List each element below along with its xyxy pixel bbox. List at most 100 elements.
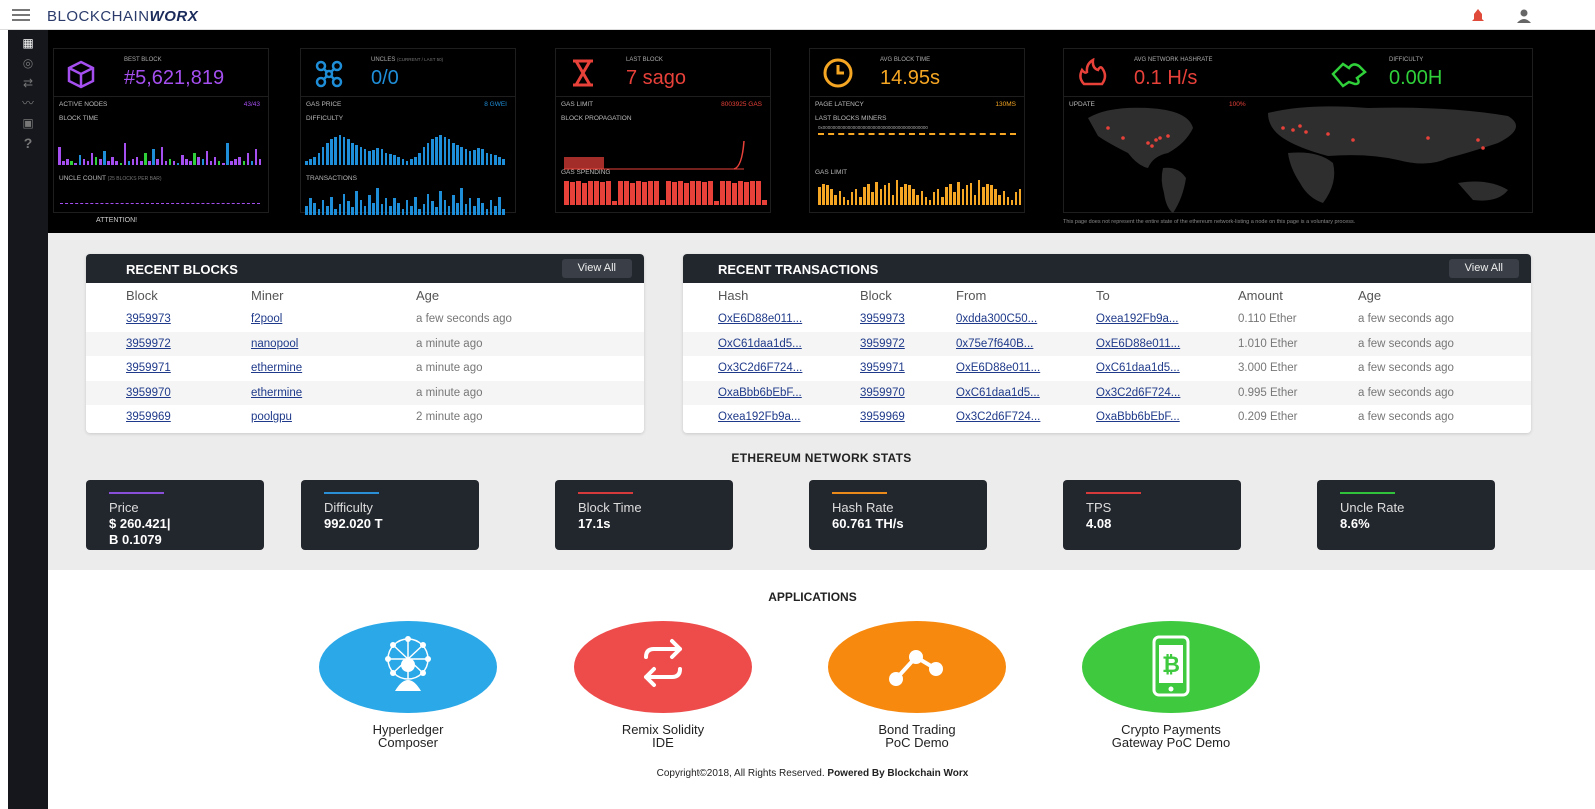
block-link[interactable]: 3959972: [860, 338, 905, 350]
dashboard-icon[interactable]: ▦: [18, 36, 38, 50]
to-link[interactable]: Ox3C2d6F724...: [1096, 387, 1180, 399]
to-link[interactable]: OxC61daa1d5...: [1096, 362, 1180, 374]
amount-cell: 0.995 Ether: [1238, 380, 1358, 405]
from-link[interactable]: 0x75e7f640B...: [956, 338, 1033, 350]
to-link[interactable]: Oxea192Fb9a...: [1096, 313, 1178, 325]
block-link[interactable]: 3959971: [860, 362, 905, 374]
chart-bar: [456, 145, 459, 165]
chart-bar: [678, 181, 683, 205]
from-link[interactable]: OxC61daa1d5...: [956, 387, 1040, 399]
block-time-chart: [58, 125, 264, 165]
app-hyperledger-composer[interactable]: Hyperledger Composer: [318, 621, 498, 749]
chart-bar: [744, 182, 749, 205]
chart-bar: [494, 155, 497, 165]
chart-bar: [115, 161, 118, 165]
miner-link[interactable]: nanopool: [251, 338, 298, 350]
block-link[interactable]: 3959970: [860, 387, 905, 399]
miner-link[interactable]: ethermine: [251, 387, 302, 399]
to-link[interactable]: OxaBbb6bEbF...: [1096, 411, 1180, 423]
chart-bar: [912, 189, 915, 205]
chart-bar: [846, 200, 850, 205]
chart-bar: [317, 153, 321, 165]
powered-by-link[interactable]: Powered By Blockchain Worx: [827, 768, 968, 779]
recent-transactions-panel: RECENT TRANSACTIONS View All Hash Block …: [683, 254, 1531, 433]
chart-bar: [82, 159, 86, 165]
chart-bar: [209, 161, 213, 165]
block-link[interactable]: 3959969: [126, 411, 171, 423]
to-link[interactable]: OxE6D88e011...: [1096, 338, 1180, 350]
recent-transactions-view-all-button[interactable]: View All: [1448, 259, 1519, 278]
logo[interactable]: BLOCKCHAINWORX: [47, 8, 198, 25]
chart-bar: [498, 197, 501, 215]
attention-label: ATTENTION!: [96, 217, 138, 224]
chart-bar: [666, 181, 671, 205]
miner-link[interactable]: f2pool: [251, 313, 282, 325]
miner-link[interactable]: poolgpu: [251, 411, 292, 423]
transfer-icon[interactable]: ⇄: [18, 76, 38, 90]
hash-link[interactable]: OxC61daa1d5...: [718, 338, 802, 350]
app-circle[interactable]: ₿: [1082, 621, 1260, 713]
recent-blocks-view-all-button[interactable]: View All: [561, 259, 632, 278]
hash-link[interactable]: Ox3C2d6F724...: [718, 362, 802, 374]
column-header: Age: [1358, 287, 1382, 303]
miner-link[interactable]: ethermine: [251, 362, 302, 374]
chart-bar: [502, 159, 505, 165]
app-crypto-payments-gateway[interactable]: ₿ Crypto Payments Gateway PoC Demo: [1081, 621, 1261, 749]
app-circle[interactable]: [319, 621, 497, 713]
block-link[interactable]: 3959973: [126, 313, 171, 325]
document-icon[interactable]: ▣: [18, 116, 38, 130]
stat-label: Price: [109, 500, 139, 515]
chart-bar: [600, 182, 605, 205]
block-link[interactable]: 3959969: [860, 411, 905, 423]
chart-bar: [347, 139, 350, 165]
active-nodes-row: ACTIVE NODES 43/43: [54, 97, 268, 111]
copyright-text: Copyright©2018, All Rights Reserved.: [656, 768, 828, 779]
uncles-sub: (CURRENT / LAST 50): [397, 57, 444, 62]
stat-accent-bar: [578, 492, 633, 494]
app-remix-solidity-ide[interactable]: Remix Solidity IDE: [573, 621, 753, 749]
chart-bar: [891, 195, 895, 205]
hash-link[interactable]: OxaBbb6bEbF...: [718, 387, 802, 399]
chart-bar: [368, 195, 371, 215]
chart-bar: [127, 161, 131, 165]
from-link[interactable]: Ox3C2d6F724...: [956, 411, 1040, 423]
column-header: Hash: [718, 287, 749, 303]
stat-label: Hash Rate: [832, 500, 894, 515]
chart-bar: [193, 153, 196, 165]
app-circle[interactable]: [574, 621, 752, 713]
app-bond-trading-poc-demo[interactable]: Bond Trading PoC Demo: [827, 621, 1007, 749]
amount-cell: 1.010 Ether: [1238, 331, 1358, 356]
table-row: OxC61daa1d5... 3959972 0x75e7f640B... OxE6D…: [683, 331, 1531, 356]
help-icon[interactable]: ?: [18, 136, 38, 150]
from-link[interactable]: OxE6D88e011...: [956, 362, 1040, 374]
table-row: 3959969 poolgpu 2 minute ago: [86, 405, 644, 430]
chart-bar: [612, 201, 617, 205]
gauge-icon[interactable]: ◎: [18, 56, 38, 70]
route-icon[interactable]: 〰: [18, 96, 38, 110]
block-link[interactable]: 3959973: [860, 313, 905, 325]
table-row: OxE6D88e011... 3959973 0xdda300C50... Oxea1…: [683, 307, 1531, 332]
user-icon[interactable]: [1516, 8, 1532, 24]
chart-bar: [305, 206, 308, 215]
hamburger-menu-icon[interactable]: [12, 9, 30, 21]
notification-icon[interactable]: [1470, 8, 1486, 24]
block-link[interactable]: 3959970: [126, 387, 171, 399]
chart-bar: [58, 147, 61, 165]
from-link[interactable]: 0xdda300C50...: [956, 313, 1037, 325]
chart-bar: [94, 157, 98, 165]
chart-bar: [213, 157, 217, 165]
hash-link[interactable]: OxE6D88e011...: [718, 313, 802, 325]
chart-bar: [321, 147, 325, 165]
chart-bar: [414, 157, 417, 165]
chart-bar: [489, 154, 493, 165]
avg-block-time-label: AVG BLOCK TIME: [880, 57, 931, 63]
app-circle[interactable]: [828, 621, 1006, 713]
block-link[interactable]: 3959972: [126, 338, 171, 350]
chart-bar: [473, 206, 476, 215]
app-label-line2: Composer: [378, 735, 438, 750]
chart-bar: [994, 189, 997, 205]
chart-bar: [439, 135, 442, 165]
sidebar: ▦ ◎ ⇄ 〰 ▣ ?: [8, 30, 48, 809]
block-link[interactable]: 3959971: [126, 362, 171, 374]
hash-link[interactable]: Oxea192Fb9a...: [718, 411, 800, 423]
